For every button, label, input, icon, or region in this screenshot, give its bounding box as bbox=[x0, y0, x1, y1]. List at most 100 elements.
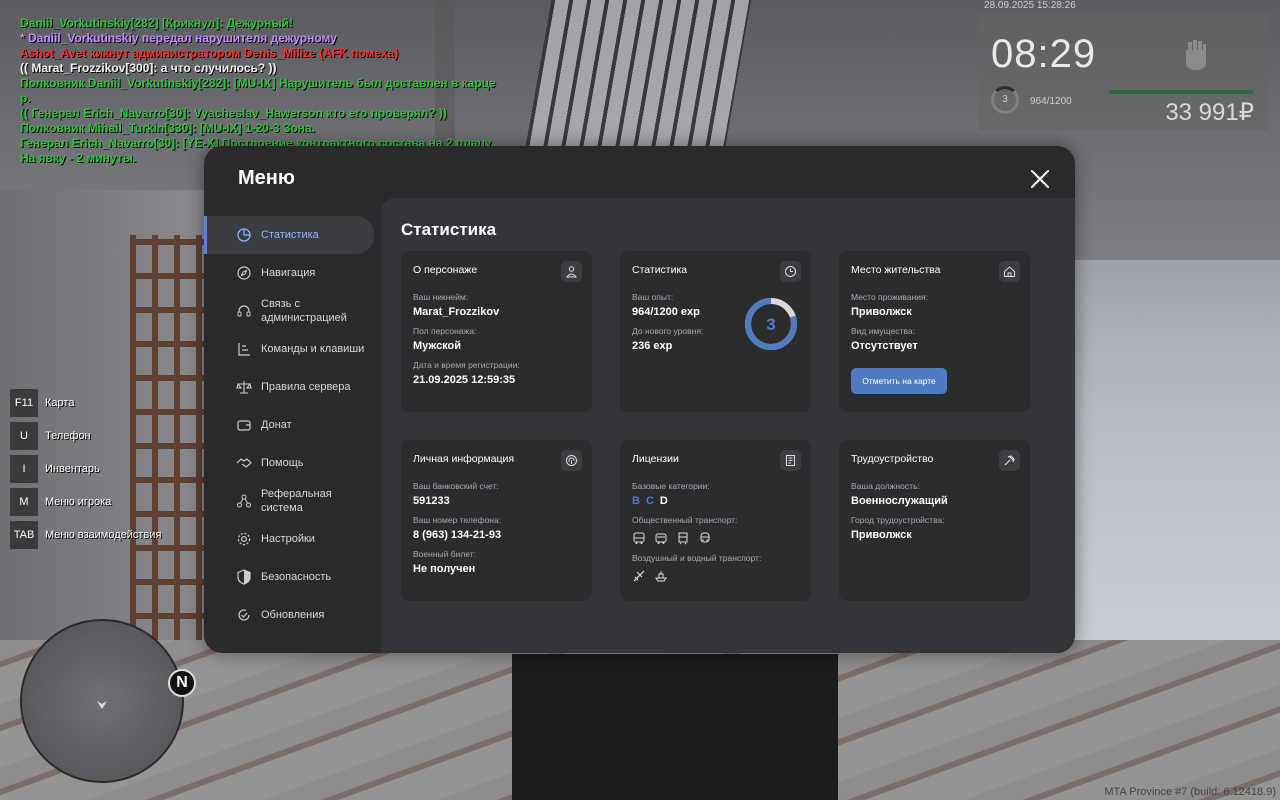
compass-icon bbox=[237, 266, 251, 280]
key-cap: I bbox=[10, 454, 38, 483]
card-title: Лицензии bbox=[632, 453, 679, 465]
level-progress-ring: 3 bbox=[745, 298, 797, 350]
trolleybus-icon bbox=[655, 533, 667, 544]
content-panel: Статистика О персонаже Ваш никнейм: Mara… bbox=[381, 198, 1075, 653]
headset-icon bbox=[237, 305, 251, 317]
sidebar-item-label: Реферальная bbox=[261, 488, 332, 500]
public-transport-icons bbox=[632, 531, 799, 545]
sidebar-item-label: Правила сервера bbox=[261, 381, 351, 393]
ceiling-lamp bbox=[524, 0, 752, 150]
field-label: Ваш никнейм: bbox=[413, 292, 469, 302]
sidebar-item-admin-contact[interactable]: Связь с администрацией bbox=[204, 292, 381, 330]
field-label: Дата и время регистрации: bbox=[413, 360, 520, 370]
content-title: Статистика bbox=[401, 220, 497, 239]
sidebar-item-referral[interactable]: Реферальная система bbox=[204, 482, 381, 520]
field-label: Базовые категории: bbox=[632, 481, 710, 491]
card-residence: Место жительства Место проживания: Приво… bbox=[839, 251, 1030, 412]
card-icon-button bbox=[999, 261, 1020, 282]
gender-value: Мужской bbox=[413, 340, 462, 352]
clock-icon bbox=[785, 266, 796, 277]
house-icon bbox=[1004, 266, 1015, 277]
chat-line: Ashot_Avet кикнут администратором Denis_… bbox=[20, 46, 399, 60]
key-label: Карта bbox=[45, 396, 75, 409]
player-menu-window: Меню Статистика Навигация Связь с админис… bbox=[204, 146, 1075, 653]
sidebar-item-help[interactable]: Помощь bbox=[204, 444, 381, 482]
chat-line: (( Генерал Erich_Navarro[30]: Vyacheslav… bbox=[20, 106, 447, 120]
sidebar-item-label: Донат bbox=[261, 419, 292, 431]
chat-line: Полковник Daniil_Vorkutinskiy[282]: [MU-… bbox=[20, 76, 496, 90]
sidebar-item-security[interactable]: Безопасность bbox=[204, 558, 381, 596]
sidebar-item-rules[interactable]: Правила сервера bbox=[204, 368, 381, 406]
position-value: Военнослужащий bbox=[851, 495, 948, 507]
wallet-icon bbox=[237, 420, 251, 431]
train-icon bbox=[700, 532, 710, 543]
sidebar-item-commands[interactable]: Команды и клавиши bbox=[204, 330, 381, 368]
chat-line: р. bbox=[20, 91, 31, 105]
health-bar bbox=[1109, 90, 1253, 94]
key-hint-phone: U Телефон bbox=[10, 419, 161, 452]
field-label: Город трудоустройства: bbox=[851, 515, 945, 525]
license-category-d: D bbox=[659, 495, 674, 507]
card-title: Трудоустройство bbox=[851, 453, 934, 465]
fingerprint-icon bbox=[566, 455, 577, 466]
bus-icon bbox=[633, 532, 645, 544]
card-icon-button bbox=[561, 261, 582, 282]
key-hint-player-menu: M Меню игрока bbox=[10, 485, 161, 518]
card-licenses: Лицензии Базовые категории: BCD Обществе… bbox=[620, 440, 811, 601]
chat-line: Daniil_Vorkutinskiy[282] [Крикнул]: Дежу… bbox=[20, 16, 294, 30]
field-label: Вид имущества: bbox=[851, 326, 915, 336]
pie-chart-icon bbox=[237, 228, 251, 242]
hud-exp: 964/1200 bbox=[1030, 96, 1072, 107]
field-label: Ваш номер телефона: bbox=[413, 515, 502, 525]
command-icon bbox=[238, 343, 250, 356]
air-water-transport-icons bbox=[632, 569, 799, 583]
sidebar-item-label: Обновления bbox=[261, 609, 325, 621]
key-cap: U bbox=[10, 421, 38, 450]
sidebar-item-donate[interactable]: Донат bbox=[204, 406, 381, 444]
player-arrow-icon bbox=[97, 701, 107, 709]
license-icon bbox=[786, 455, 795, 466]
sidebar-item-navigation[interactable]: Навигация bbox=[204, 254, 381, 292]
hammer-icon bbox=[1004, 455, 1015, 466]
hud-money: 33 991₽ bbox=[1165, 99, 1254, 126]
player-character bbox=[512, 654, 838, 800]
field-label: Место проживания: bbox=[851, 292, 928, 302]
residence-value: Приволжск bbox=[851, 306, 912, 318]
chat-line: Полковник Mihail_Turkin[330]: [MU-IX] 1-… bbox=[20, 121, 316, 135]
card-icon-button bbox=[561, 450, 582, 471]
snowy-hills bbox=[1070, 260, 1280, 640]
chat-line: (( Marat_Frozzikov[300]: а что случилось… bbox=[20, 61, 277, 75]
license-category-c: C bbox=[645, 495, 660, 507]
key-label: Телефон bbox=[45, 429, 91, 442]
sidebar-item-label: система bbox=[261, 502, 303, 514]
key-hint-map: F11 Карта bbox=[10, 386, 161, 419]
scales-icon bbox=[236, 381, 252, 394]
field-label: Пол персонажа: bbox=[413, 326, 477, 336]
hud-date: 28.09.2025 15:28:26 bbox=[984, 0, 1076, 11]
key-label: Инвентарь bbox=[45, 462, 100, 475]
level-number: 3 bbox=[766, 315, 775, 334]
job-city-value: Приволжск bbox=[851, 529, 912, 541]
card-title: Личная информация bbox=[413, 453, 515, 465]
hud-panel: 08:29 3 964/1200 33 991₽ bbox=[979, 14, 1268, 130]
sidebar-item-updates[interactable]: Обновления bbox=[204, 596, 381, 634]
sidebar-item-label: Статистика bbox=[261, 229, 319, 241]
field-label: Воздушный и водный транспорт: bbox=[632, 553, 762, 563]
hud-level: 3 bbox=[991, 86, 1019, 114]
sidebar-item-statistics[interactable]: Статистика bbox=[204, 216, 374, 254]
shield-icon bbox=[237, 569, 251, 585]
key-hint-inventory: I Инвентарь bbox=[10, 452, 161, 485]
mark-on-map-button[interactable]: Отметить на карте bbox=[851, 368, 947, 394]
key-hints: F11 Карта U Телефон I Инвентарь M Меню игрок… bbox=[10, 386, 161, 551]
key-cap: TAB bbox=[10, 520, 38, 549]
field-label: Общественный транспорт: bbox=[632, 515, 738, 525]
card-icon-button bbox=[780, 261, 801, 282]
menu-title: Меню bbox=[238, 167, 295, 189]
property-value: Отсутствует bbox=[851, 340, 918, 352]
refresh-icon bbox=[238, 609, 250, 621]
sidebar-item-settings[interactable]: Настройки bbox=[204, 520, 381, 558]
tram-icon bbox=[678, 532, 688, 545]
sidebar-item-label: Связь с bbox=[261, 298, 300, 310]
close-icon[interactable] bbox=[1029, 168, 1051, 190]
boat-icon bbox=[655, 571, 667, 582]
